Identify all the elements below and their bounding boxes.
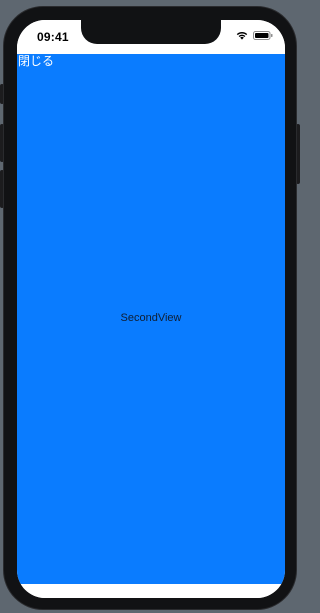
close-button[interactable]: 閉じる	[18, 54, 54, 68]
device-screen: 09:41 閉じる SecondView	[17, 20, 285, 598]
home-indicator-area	[17, 584, 285, 598]
notch	[81, 20, 221, 44]
status-icons	[236, 31, 273, 40]
second-view-content: 閉じる SecondView	[17, 54, 285, 584]
wifi-icon	[236, 31, 248, 40]
phone-frame: 09:41 閉じる SecondView	[3, 6, 297, 610]
simulator-stage: 09:41 閉じる SecondView	[0, 0, 300, 613]
second-view-title: SecondView	[120, 312, 182, 324]
battery-icon	[253, 31, 273, 40]
status-time: 09:41	[37, 30, 69, 44]
